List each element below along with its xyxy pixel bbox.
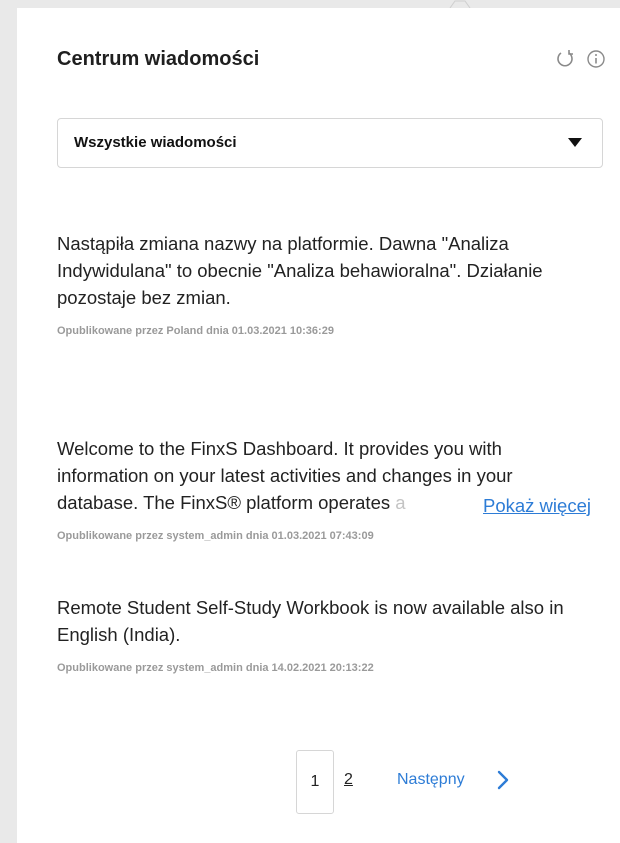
top-notch-shape [449, 0, 471, 8]
message-meta: Opublikowane przez Poland dnia 01.03.202… [57, 325, 334, 337]
next-page-link[interactable]: Następny [397, 771, 465, 789]
message-item: Nastąpiła zmiana nazwy na platformie. Da… [57, 230, 617, 337]
message-text-faded: a [395, 492, 406, 513]
panel-title: Centrum wiadomości [57, 48, 260, 70]
caret-down-icon [568, 138, 582, 147]
message-filter-value: Wszystkie wiadomości [74, 134, 237, 151]
message-meta: Opublikowane przez system_admin dnia 01.… [57, 530, 374, 542]
page-button[interactable]: 2 [344, 771, 353, 789]
message-text-line: Welcome to the FinxS Dashboard. It provi… [57, 438, 502, 459]
message-text: Nastąpiła zmiana nazwy na platformie. Da… [57, 233, 543, 308]
refresh-icon[interactable] [554, 48, 576, 70]
message-item: Remote Student Self-Study Workbook is no… [57, 594, 617, 674]
message-filter-select[interactable]: Wszystkie wiadomości [57, 118, 603, 168]
info-icon[interactable] [585, 48, 607, 70]
page-button-current[interactable]: 1 [296, 750, 334, 814]
message-text-fragment: database. The FinxS® platform operates [57, 492, 396, 513]
message-item: Welcome to the FinxS Dashboard. It provi… [57, 435, 617, 542]
message-text: Remote Student Self-Study Workbook is no… [57, 597, 564, 645]
message-center-panel: Centrum wiadomości Wszystkie wiadomości … [32, 8, 620, 843]
message-meta: Opublikowane przez system_admin dnia 14.… [57, 662, 374, 674]
chevron-right-icon[interactable] [495, 769, 511, 791]
message-text-line: information on your latest activities an… [57, 465, 513, 486]
message-text-line-truncated: database. The FinxS® platform operates a… [57, 492, 591, 519]
panel-header: Centrum wiadomości [57, 48, 607, 78]
window-left-border [0, 0, 17, 843]
message-text: Welcome to the FinxS Dashboard. It provi… [57, 435, 617, 519]
show-more-link[interactable]: Pokaż więcej [479, 492, 591, 519]
window-top-border [0, 0, 620, 8]
